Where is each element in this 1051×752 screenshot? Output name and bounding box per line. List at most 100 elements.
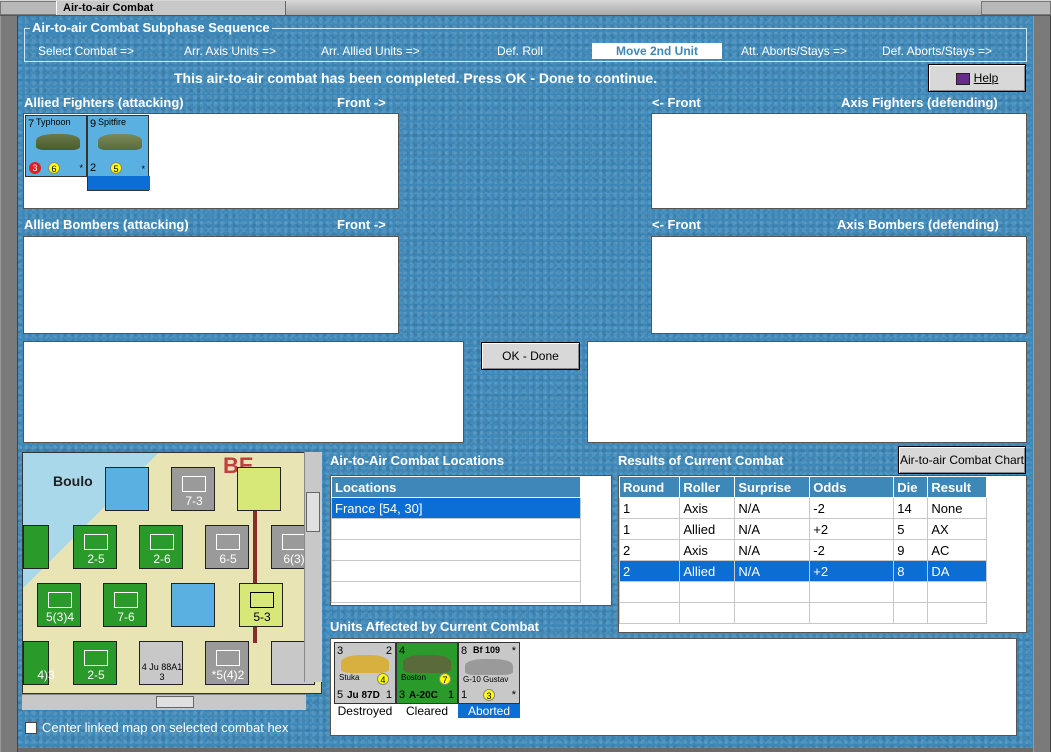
map-unit-value: *5(4)2 — [211, 668, 245, 682]
table-row[interactable]: 2 Axis N/A -2 9 AC — [618, 539, 987, 561]
counter-model: Ju 87D — [347, 690, 380, 701]
plane-icon — [341, 655, 389, 673]
counter-top-right: 2 — [385, 645, 392, 657]
cell: 2 — [618, 560, 681, 582]
results-title: Results of Current Combat — [618, 453, 784, 468]
cleared-label: Cleared — [405, 704, 449, 718]
aborted-label: Aborted — [458, 704, 520, 718]
cell: DA — [927, 560, 987, 582]
cell: 14 — [893, 497, 929, 519]
axis-fighters-panel[interactable] — [651, 113, 1027, 209]
right-info-panel — [587, 341, 1027, 443]
counter-bottom-left: 5 — [337, 689, 344, 701]
infantry-icon — [84, 534, 108, 550]
counter-model: A-20C — [409, 690, 438, 701]
map-unit-value: 2-5 — [87, 668, 105, 682]
table-row[interactable]: 1 Axis N/A -2 14 None — [618, 497, 987, 519]
cell: N/A — [734, 518, 811, 540]
map-unit-6[interactable]: 7-6 — [103, 583, 147, 627]
step-select-combat: Select Combat => — [38, 44, 135, 58]
map-unit-macchi[interactable] — [237, 467, 281, 511]
bf109-counter[interactable]: 8 * G-10 Gustav Bf 109 3 1 * — [458, 642, 520, 704]
scroll-thumb[interactable] — [306, 492, 320, 532]
map-vertical-scrollbar[interactable] — [304, 452, 322, 682]
map-horizontal-scrollbar[interactable] — [22, 694, 306, 710]
location-row[interactable]: France [54, 30] — [331, 497, 581, 519]
spitfire-counter[interactable]: 9 Spitfire 2 5 * — [87, 115, 150, 191]
help-button[interactable]: Help — [928, 64, 1026, 92]
cell: Allied — [679, 518, 736, 540]
map-unit-value: 7-3 — [185, 494, 203, 508]
map-unit-value: 5(3)4 — [45, 610, 74, 624]
center-map-checkbox[interactable] — [25, 722, 37, 734]
counter-top-left: 9 — [90, 118, 97, 130]
table-row[interactable]: 1 Allied N/A +2 5 AX — [618, 518, 987, 540]
step-def-aborts: Def. Aborts/Stays => — [882, 44, 993, 58]
title-bar: Air-to-air Combat — [0, 0, 1051, 16]
infantry-icon — [182, 476, 206, 492]
linked-map[interactable]: Boulo BE 7-3 2-5 2-6 6-5 6(3) 5(3)4 7-6 … — [22, 452, 322, 694]
map-unit-2[interactable]: 2-6 — [139, 525, 183, 569]
map-unit-typhoon[interactable] — [105, 467, 149, 511]
plane-icon — [403, 655, 451, 673]
combat-chart-button[interactable]: Air-to-air Combat Chart — [898, 446, 1026, 474]
location-row-empty[interactable] — [331, 518, 581, 540]
map-unit-value: 4 Ju 88A1 3 — [141, 662, 183, 682]
infantry-icon — [282, 534, 306, 550]
plane-icon — [98, 134, 142, 150]
scroll-thumb[interactable] — [156, 696, 194, 708]
map-unit-5[interactable]: 5(3)4 — [37, 583, 81, 627]
locations-panel[interactable]: Locations France [54, 30] — [330, 475, 612, 606]
typhoon-counter[interactable]: 7 Typhoon 3 6 * — [25, 115, 87, 177]
map-unit-edge[interactable] — [23, 525, 49, 569]
plane-icon — [465, 659, 513, 675]
results-panel[interactable]: Round Roller Surprise Odds Die Result 1 … — [618, 475, 1027, 633]
right-frame — [1033, 16, 1051, 752]
step-def-roll: Def. Roll — [497, 44, 544, 58]
map-unit-typhoon-2[interactable] — [171, 583, 215, 627]
book-icon — [955, 72, 970, 85]
map-unit-0[interactable]: 7-3 — [171, 467, 215, 511]
map-unit-9[interactable]: 4 Ju 88A1 3 — [139, 641, 183, 685]
locations-table: Locations France [54, 30] — [331, 476, 581, 603]
cell: 1 — [618, 518, 681, 540]
plane-icon — [36, 134, 80, 150]
axis-fighters-label: Axis Fighters (defending) — [841, 95, 998, 110]
location-row-empty[interactable] — [331, 560, 581, 582]
map-unit-11[interactable]: 4)3 — [23, 641, 55, 685]
col-surprise: Surprise — [734, 476, 811, 498]
stuka-counter[interactable]: 3 2 Stuka 4 5 Ju 87D 1 — [334, 642, 396, 704]
title-bar-right-segment — [981, 1, 1051, 15]
table-row-empty[interactable] — [618, 581, 987, 603]
map-unit-1[interactable]: 2-5 — [73, 525, 117, 569]
allied-bombers-panel[interactable] — [23, 236, 399, 334]
map-unit-7[interactable]: 5-3 — [239, 583, 283, 627]
map-unit-8[interactable]: 2-5 — [73, 641, 117, 685]
axis-bombers-panel[interactable] — [651, 236, 1027, 334]
table-row-empty[interactable] — [618, 602, 987, 624]
counter-yellow-value: 4 — [377, 673, 389, 685]
cell: N/A — [734, 560, 811, 582]
counter-name: Typhoon — [36, 117, 71, 127]
cell: Axis — [679, 539, 736, 561]
map-unit-10[interactable]: *5(4)2 — [205, 641, 249, 685]
col-die: Die — [893, 476, 929, 498]
counter-yellow-value: 7 — [439, 673, 451, 685]
map-unit-value: 4)3 — [37, 668, 55, 682]
counter-yellow-value: 3 — [483, 689, 495, 701]
map-unit-3[interactable]: 6-5 — [205, 525, 249, 569]
infantry-icon — [250, 592, 274, 608]
ok-done-button[interactable]: OK - Done — [481, 342, 580, 370]
col-round: Round — [618, 476, 681, 498]
counter-yellow-value: 5 — [110, 162, 122, 174]
allied-fighters-label: Allied Fighters (attacking) — [24, 95, 184, 110]
counter-top-left: 3 — [337, 645, 344, 657]
boston-counter[interactable]: 4 Boston 7 3 A-20C 1 — [396, 642, 458, 704]
table-row-selected[interactable]: 2 Allied N/A +2 8 DA — [618, 560, 987, 582]
axis-fighters-front: <- Front — [652, 95, 701, 110]
cell: N/A — [734, 539, 811, 561]
counter-bottom-right: 1 — [447, 689, 454, 701]
location-row-empty[interactable] — [331, 581, 581, 603]
location-row-empty[interactable] — [331, 539, 581, 561]
cell: 9 — [893, 539, 929, 561]
